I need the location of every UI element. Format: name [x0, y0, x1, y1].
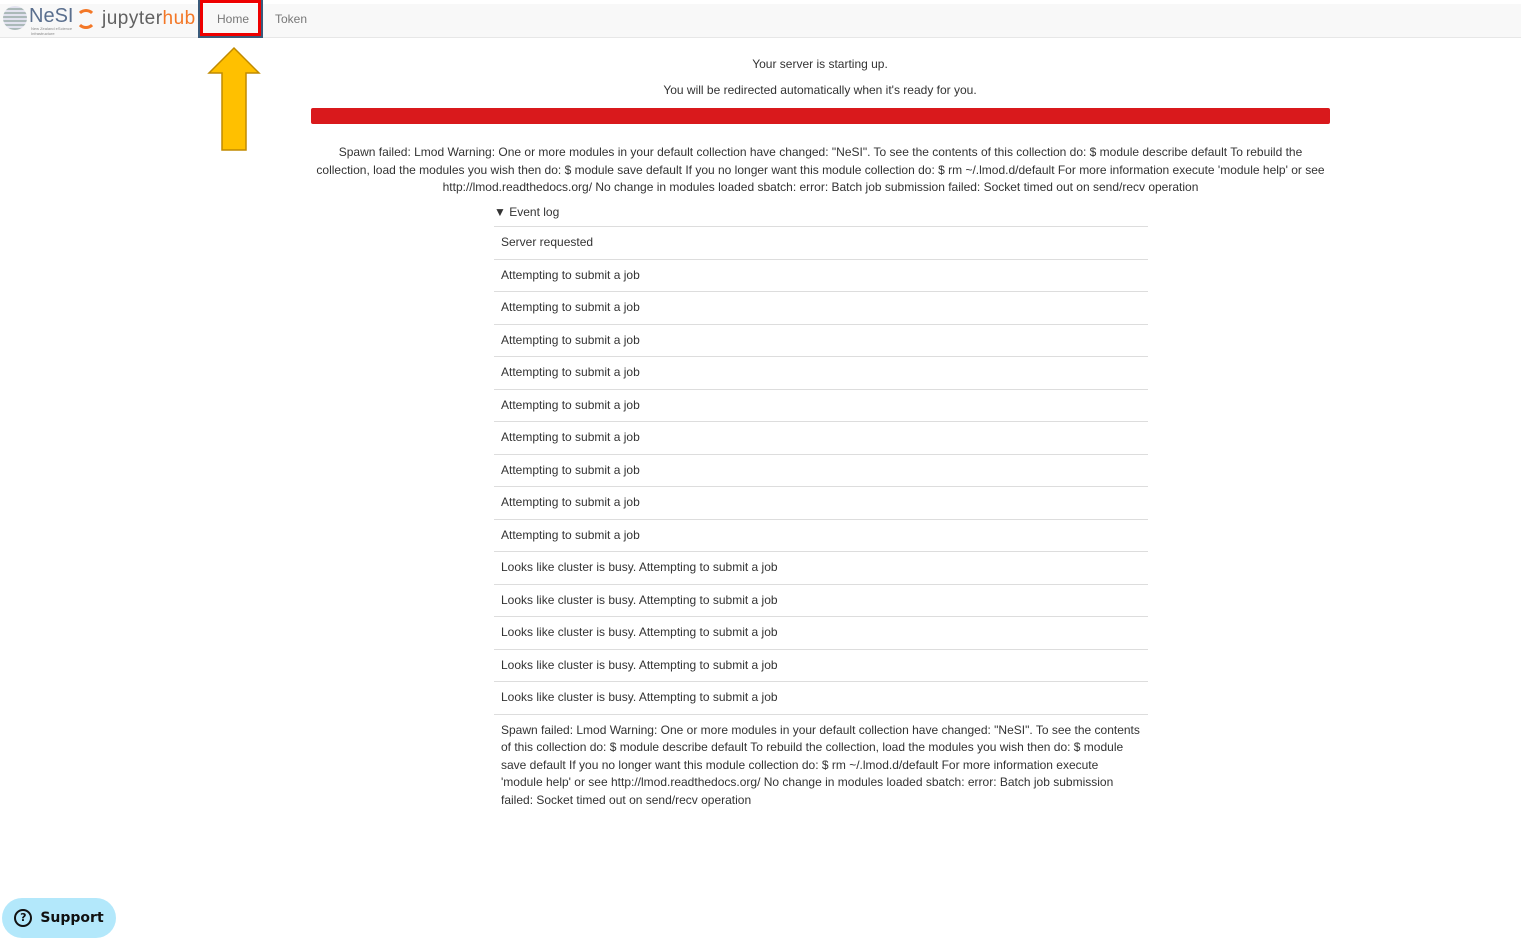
event-log-item: Attempting to submit a job	[494, 258, 1148, 292]
redirect-message: You will be redirected automatically whe…	[663, 83, 977, 97]
event-log-item: Looks like cluster is busy. Attempting t…	[494, 551, 1148, 584]
triangle-down-icon: ▼	[494, 205, 510, 219]
event-log-item: Attempting to submit a job	[494, 388, 1148, 422]
jupyter-logo-icon	[76, 9, 96, 29]
event-log-item: Attempting to submit a job	[494, 486, 1148, 519]
home-highlight-box	[198, 0, 263, 38]
event-log-label: Event log	[509, 205, 560, 219]
event-log: ▼ Event log Server requested Attempting t…	[494, 204, 1148, 816]
event-log-item: Looks like cluster is busy. Attempting t…	[494, 681, 1148, 714]
event-log-item: Attempting to submit a job	[494, 323, 1148, 357]
nesi-logo[interactable]: NeSI New Zealand eScience Infrastructure	[3, 5, 74, 36]
starting-message: Your server is starting up.	[752, 57, 888, 71]
nesi-logo-text: NeSI	[29, 5, 74, 27]
event-log-item: Attempting to submit a job	[494, 291, 1148, 324]
spawn-error-message: Spawn failed: Lmod Warning: One or more …	[316, 145, 1325, 194]
event-log-item: Attempting to submit a job	[494, 356, 1148, 389]
hub-text: hub	[162, 8, 196, 29]
event-log-item: Attempting to submit a job	[494, 518, 1148, 552]
event-log-item: Looks like cluster is busy. Attempting t…	[494, 583, 1148, 617]
event-log-item: Attempting to submit a job	[494, 421, 1148, 454]
nav-token-link[interactable]: Token	[275, 4, 307, 37]
jupyterhub-logo-text: jupyterhub	[102, 8, 196, 30]
event-log-toggle[interactable]: ▼ Event log	[494, 204, 1148, 226]
support-button[interactable]: ? Support	[2, 898, 116, 938]
event-log-item: Server requested	[494, 226, 1148, 259]
nesi-globe-icon	[3, 6, 27, 30]
event-log-item: Looks like cluster is busy. Attempting t…	[494, 616, 1148, 649]
nesi-logo-subtext: New Zealand eScience Infrastructure	[31, 26, 73, 36]
progress-bar	[311, 108, 1330, 124]
jupyterhub-logo[interactable]: jupyterhub	[76, 8, 196, 30]
event-log-item: Looks like cluster is busy. Attempting t…	[494, 648, 1148, 682]
support-label: Support	[40, 910, 104, 926]
event-log-item: Attempting to submit a job	[494, 453, 1148, 487]
question-circle-icon: ?	[14, 909, 33, 927]
jupyter-text: jupyter	[102, 8, 163, 29]
event-log-item: Spawn failed: Lmod Warning: One or more …	[494, 713, 1148, 817]
